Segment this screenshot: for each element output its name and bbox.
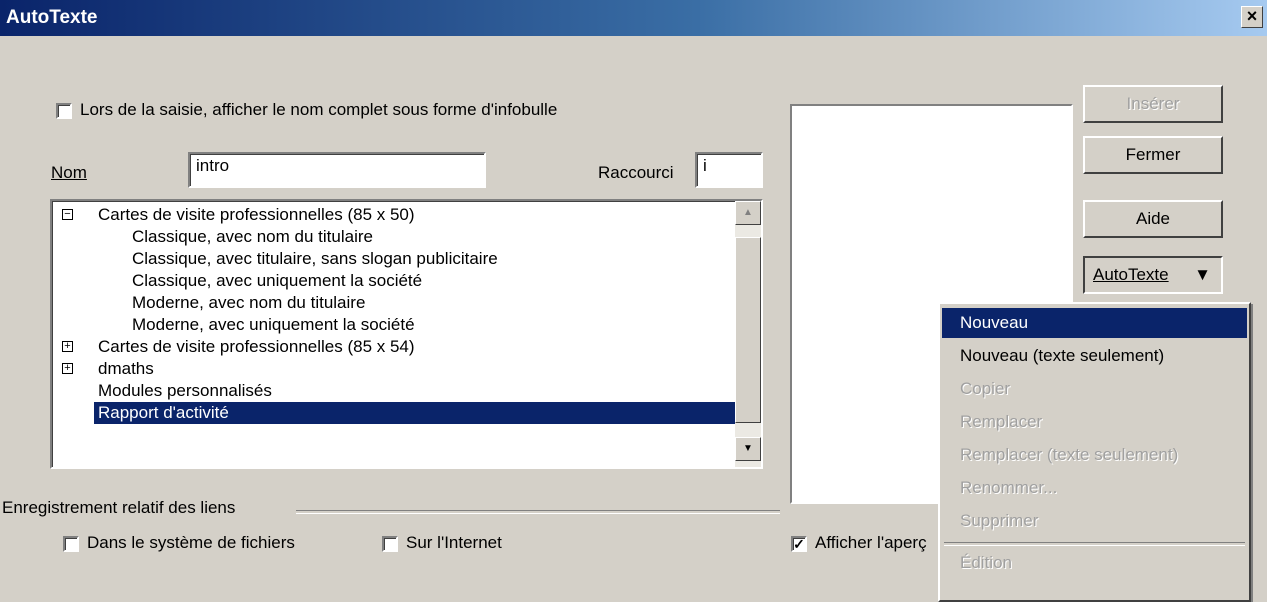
collapse-icon[interactable]: − [62,209,73,220]
group-divider [296,510,780,514]
filesystem-checkbox[interactable] [63,536,79,552]
menu-item-new[interactable]: Nouveau [942,308,1247,338]
tree-item[interactable]: Classique, avec titulaire, sans slogan p… [132,248,498,270]
scroll-down-icon[interactable]: ▼ [735,437,761,461]
menu-item-new-text-only[interactable]: Nouveau (texte seulement) [942,341,1247,371]
dropdown-arrow-icon: ▼ [1194,265,1211,284]
tree-item-label: Cartes de visite professionnelles (85 x … [98,337,415,356]
title-bar: AutoTexte × [0,0,1267,36]
autotext-button-label: AutoTexte [1093,265,1169,284]
autotext-menu-button[interactable]: AutoTexte ▼ [1083,256,1223,294]
show-tooltip-checkbox[interactable] [56,103,72,119]
shortcut-label: Raccourci [598,163,674,182]
tree-category-rapport-selected[interactable]: Rapport d'activité [94,402,738,424]
name-input[interactable]: intro [188,152,486,188]
tree-item[interactable]: Classique, avec nom du titulaire [132,226,373,248]
menu-item-delete[interactable]: Supprimer [942,506,1247,536]
close-dialog-button[interactable]: Fermer [1083,136,1223,174]
scroll-thumb[interactable] [735,237,761,423]
tree-category-dmaths[interactable]: + dmaths [52,358,734,380]
menu-item-edit[interactable]: Édition [942,548,1247,578]
expand-icon[interactable]: + [62,363,73,374]
menu-item-replace[interactable]: Remplacer [942,407,1247,437]
menu-item-replace-text-only[interactable]: Remplacer (texte seulement) [942,440,1247,470]
scroll-up-icon[interactable]: ▲ [735,201,761,225]
tree-category-modules[interactable]: Modules personnalisés [98,380,272,402]
tree-scrollbar[interactable]: ▲ ▼ [735,201,761,467]
tree-item-label: Cartes de visite professionnelles (85 x … [98,205,415,224]
close-button[interactable]: × [1241,6,1263,28]
help-button[interactable]: Aide [1083,200,1223,238]
tree-item[interactable]: Moderne, avec uniquement la société [132,314,415,336]
show-preview-checkbox[interactable]: ✓ [791,536,807,552]
internet-label: Sur l'Internet [406,533,502,552]
tree-item-label: dmaths [98,359,154,378]
show-tooltip-label: Lors de la saisie, afficher le nom compl… [80,100,558,119]
shortcut-input[interactable]: i [695,152,763,188]
menu-item-rename[interactable]: Renommer... [942,473,1247,503]
window-title: AutoTexte [6,7,98,28]
links-group-label: Enregistrement relatif des liens [2,498,236,517]
tree-category-85x50[interactable]: − Cartes de visite professionnelles (85 … [52,204,734,226]
expand-icon[interactable]: + [62,341,73,352]
name-label: Nom [51,163,87,182]
tree-item[interactable]: Moderne, avec nom du titulaire [132,292,365,314]
tree-category-85x54[interactable]: + Cartes de visite professionnelles (85 … [52,336,734,358]
internet-checkbox[interactable] [382,536,398,552]
menu-separator [944,542,1245,546]
insert-button[interactable]: Insérer [1083,85,1223,123]
filesystem-label: Dans le système de fichiers [87,533,295,552]
tree-item[interactable]: Classique, avec uniquement la société [132,270,422,292]
autotext-tree[interactable]: − Cartes de visite professionnelles (85 … [50,199,763,469]
menu-item-copy[interactable]: Copier [942,374,1247,404]
show-preview-label: Afficher l'aperç [815,533,927,552]
autotext-dropdown-menu: Nouveau Nouveau (texte seulement) Copier… [938,302,1251,602]
